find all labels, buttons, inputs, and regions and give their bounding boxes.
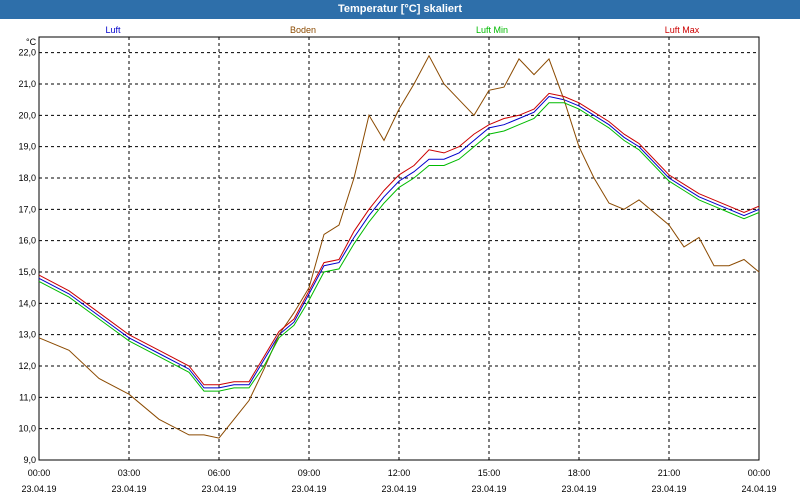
y-tick-label: 9,0 [23,455,36,465]
y-tick-label: 19,0 [18,142,36,152]
x-tick-label-time: 03:00 [118,468,141,478]
x-tick-label-time: 06:00 [208,468,231,478]
x-tick-label-date: 23.04.19 [291,484,326,494]
x-tick-label-time: 00:00 [28,468,51,478]
y-tick-label: 18,0 [18,173,36,183]
chart-window: Temperatur [°C] skaliert 9,0 10,0 11,0 12,0… [0,0,800,500]
y-tick-label: 12,0 [18,361,36,371]
y-tick-label: 14,0 [18,298,36,308]
x-tick-label-time: 09:00 [298,468,321,478]
y-tick-label: 20,0 [18,110,36,120]
window-title: Temperatur [°C] skaliert [0,0,800,19]
x-tick-label-time: 12:00 [388,468,411,478]
x-tick-label-date: 23.04.19 [651,484,686,494]
x-tick-label-date: 23.04.19 [111,484,146,494]
x-tick-label-date: 23.04.19 [201,484,236,494]
x-tick-label-date: 24.04.19 [741,484,776,494]
x-tick-label-date: 23.04.19 [561,484,596,494]
y-tick-label: 21,0 [18,79,36,89]
x-tick-label-time: 00:00 [748,468,771,478]
x-tick-label-date: 23.04.19 [471,484,506,494]
y-tick-label: 15,0 [18,267,36,277]
legend-entry: Luft Min [476,25,508,35]
y-axis-label: °C [26,37,37,47]
y-tick-label: 10,0 [18,424,36,434]
x-tick-label-date: 23.04.19 [21,484,56,494]
y-tick-label: 16,0 [18,236,36,246]
y-tick-label: 13,0 [18,330,36,340]
x-tick-label-time: 15:00 [478,468,501,478]
y-tick-label: 22,0 [18,48,36,58]
y-tick-label: 17,0 [18,204,36,214]
x-tick-label-time: 21:00 [658,468,681,478]
y-tick-label: 11,0 [19,392,36,402]
x-tick-label-date: 23.04.19 [381,484,416,494]
legend-entry: Luft Max [665,25,700,35]
legend-entry: Luft [105,25,121,35]
x-tick-label-time: 18:00 [568,468,591,478]
legend-entry: Boden [290,25,316,35]
temperature-chart: 9,0 10,0 11,0 12,0 13,0 14,0 15,0 16,0 17,0 18,0 1… [18,25,776,494]
